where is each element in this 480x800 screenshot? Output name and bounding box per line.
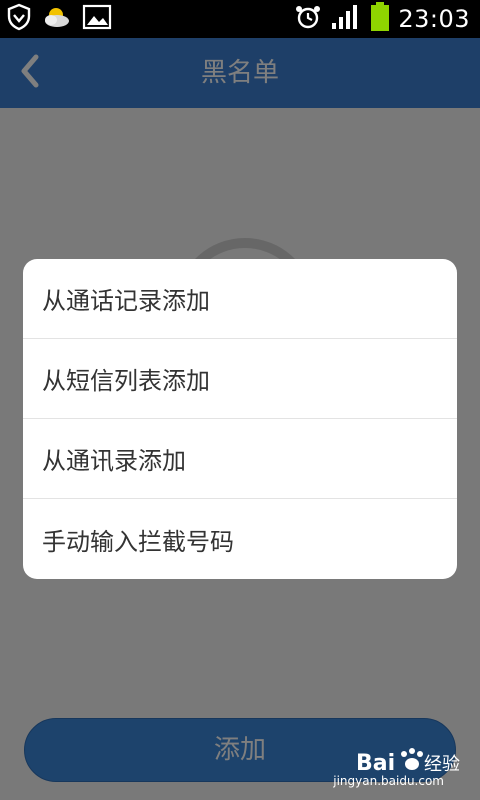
weather-icon — [42, 3, 72, 35]
menu-item-label: 从短信列表添加 — [42, 367, 210, 395]
menu-item-add-from-sms[interactable]: 从短信列表添加 — [23, 339, 457, 419]
menu-item-label: 从通话记录添加 — [42, 287, 210, 315]
menu-item-add-from-call-log[interactable]: 从通话记录添加 — [23, 259, 457, 339]
menu-item-add-from-contacts[interactable]: 从通讯录添加 — [23, 419, 457, 499]
svg-text:Bai: Bai — [356, 751, 395, 776]
watermark-domain: jingyan.baidu.com — [333, 774, 444, 788]
image-icon — [82, 4, 112, 34]
shield-icon — [6, 3, 32, 35]
battery-icon — [370, 2, 390, 36]
baidu-watermark: Bai 经验 jingyan.baidu.com — [333, 744, 472, 792]
baidu-logo-icon: Bai 经验 — [356, 748, 460, 776]
menu-item-label: 手动输入拦截号码 — [42, 527, 234, 556]
screen: 23:03 黑名单 添加 从通话记录添加 从短信列表添加 从通讯录添加 — [0, 0, 480, 800]
signal-icon — [330, 3, 362, 35]
menu-item-manual-input[interactable]: 手动输入拦截号码 — [23, 499, 457, 579]
svg-text:经验: 经验 — [424, 754, 460, 775]
alarm-icon — [294, 3, 322, 35]
menu-item-label: 从通讯录添加 — [42, 447, 186, 475]
status-time: 23:03 — [398, 5, 470, 33]
status-bar: 23:03 — [0, 0, 480, 38]
add-source-dialog: 从通话记录添加 从短信列表添加 从通讯录添加 手动输入拦截号码 — [23, 259, 457, 579]
